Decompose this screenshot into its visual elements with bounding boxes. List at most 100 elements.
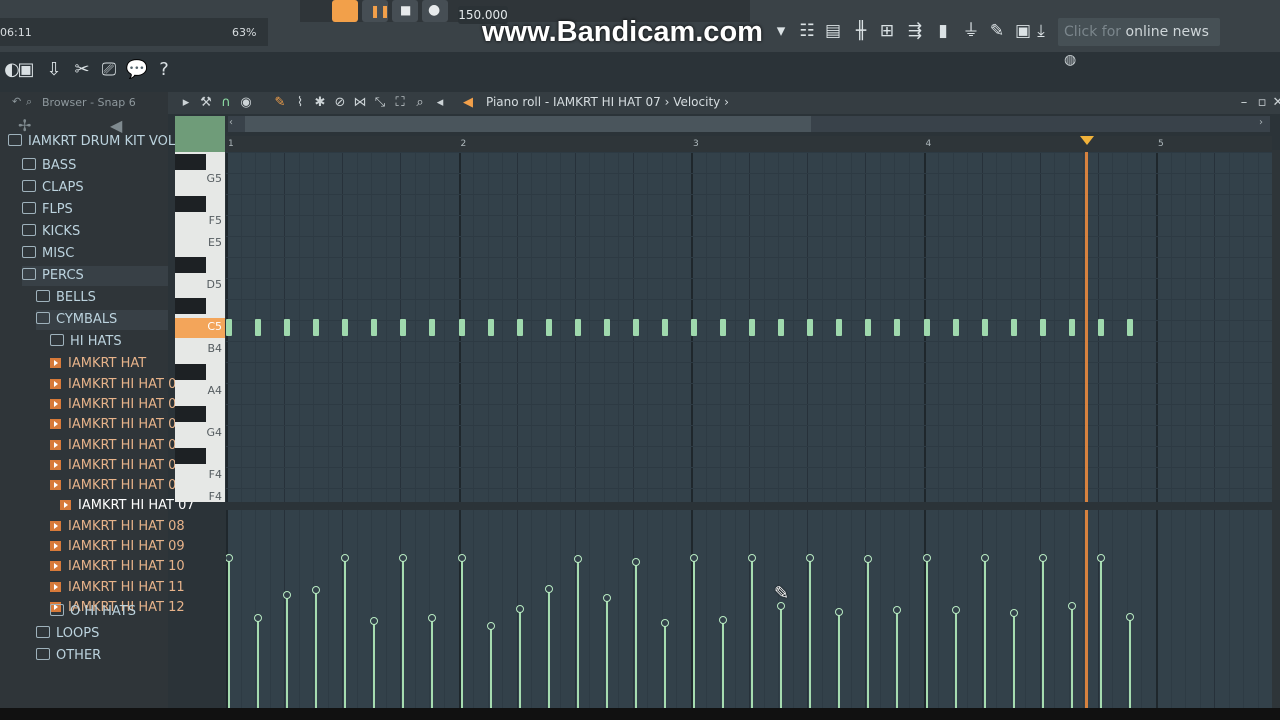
velocity-stem[interactable] — [954, 610, 957, 708]
black-key[interactable] — [175, 257, 206, 273]
velocity-stem[interactable] — [634, 562, 637, 708]
browser-file-item[interactable]: IAMKRT HI HAT 04 — [50, 436, 185, 456]
browser-folder-item[interactable]: MISC — [22, 244, 74, 264]
scroll-left-icon[interactable]: ‹ — [229, 117, 233, 128]
velocity-handle[interactable] — [980, 554, 989, 562]
velocity-stem[interactable] — [780, 606, 783, 708]
black-key[interactable] — [175, 406, 206, 422]
note[interactable] — [807, 319, 814, 336]
velocity-handle[interactable] — [893, 606, 902, 614]
velocity-handle[interactable] — [1067, 602, 1076, 610]
velocity-stem[interactable] — [867, 559, 870, 708]
playback-icon[interactable]: ◂ — [432, 95, 448, 111]
note[interactable] — [894, 319, 901, 336]
velocity-stem[interactable] — [1099, 558, 1102, 708]
browser-file-item[interactable]: IAMKRT HI HAT 02 — [50, 395, 185, 415]
browser-back-icon[interactable]: ↶ — [12, 95, 21, 108]
note[interactable] — [371, 319, 378, 336]
velocity-handle[interactable] — [457, 554, 466, 562]
speaker-icon[interactable]: ◀ — [460, 95, 476, 111]
stepseq-icon[interactable]: ☷ — [796, 16, 818, 46]
browser-folder-item[interactable]: BASS — [22, 156, 76, 176]
velocity-handle[interactable] — [835, 608, 844, 616]
pause-button[interactable]: ❚❚ — [362, 0, 390, 22]
black-key[interactable] — [175, 298, 206, 314]
note[interactable] — [720, 319, 727, 336]
browser-folder-item[interactable]: BELLS — [36, 288, 96, 308]
grid-vertical-scrollbar[interactable] — [1272, 150, 1280, 500]
plugin-icon[interactable]: ⏚ — [960, 16, 982, 46]
note[interactable] — [574, 319, 581, 336]
browser-file-item[interactable]: IAMKRT HI HAT 05 — [50, 456, 185, 476]
velocity-stem[interactable] — [809, 558, 812, 708]
magnet-icon[interactable]: ∩ — [218, 95, 234, 111]
note[interactable] — [778, 319, 785, 336]
velocity-handle[interactable] — [631, 558, 640, 566]
zoom-select-icon[interactable]: ⛶ — [392, 95, 408, 111]
browser-search-icon[interactable]: ⌕ — [26, 95, 32, 109]
slice-icon[interactable]: ⋈ — [352, 95, 368, 111]
browser-file-item[interactable]: IAMKRT HI HAT 11 — [50, 578, 185, 598]
velocity-stem[interactable] — [257, 618, 260, 708]
note[interactable] — [284, 319, 291, 336]
velocity-handle[interactable] — [864, 555, 873, 563]
scrollbar-thumb[interactable] — [245, 116, 811, 132]
pianoroll-target[interactable]: Velocity — [673, 95, 720, 109]
velocity-vertical-scrollbar[interactable] — [1272, 510, 1280, 708]
note[interactable] — [632, 319, 639, 336]
browser-folder-item[interactable]: OTHER — [36, 646, 101, 666]
note[interactable] — [516, 319, 523, 336]
black-key[interactable] — [175, 364, 206, 380]
maximize-icon[interactable]: ▫ — [1254, 95, 1270, 111]
velocity-handle[interactable] — [544, 585, 553, 593]
scroll-right-icon[interactable]: › — [1259, 117, 1263, 128]
export-icon[interactable]: ⇩ — [42, 58, 66, 82]
velocity-handle[interactable] — [341, 554, 350, 562]
note-grid[interactable] — [226, 152, 1272, 502]
velocity-handle[interactable] — [922, 554, 931, 562]
velocity-handle[interactable] — [1038, 554, 1047, 562]
velocity-handle[interactable] — [254, 614, 263, 622]
velocity-handle[interactable] — [283, 591, 292, 599]
note[interactable] — [1068, 319, 1075, 336]
velocity-stem[interactable] — [373, 621, 376, 708]
mute-icon[interactable]: ⊘ — [332, 95, 348, 111]
black-key[interactable] — [175, 196, 206, 212]
browser-file-item[interactable]: IAMKRT HI HAT 03 — [50, 415, 185, 435]
note[interactable] — [429, 319, 436, 336]
velocity-stem[interactable] — [1128, 617, 1131, 708]
note[interactable] — [865, 319, 872, 336]
velocity-lane[interactable] — [226, 510, 1272, 708]
tools-icon[interactable]: ⚒ — [198, 95, 214, 111]
note[interactable] — [400, 319, 407, 336]
velocity-handle[interactable] — [690, 554, 698, 562]
note[interactable] — [1039, 319, 1046, 336]
note[interactable] — [691, 319, 697, 336]
note[interactable] — [836, 319, 843, 336]
note[interactable] — [661, 319, 668, 336]
browser-folder-item[interactable]: IAMKRT DRUM KIT VOL 1 — [8, 132, 188, 152]
pattern-song-toggle[interactable] — [332, 0, 358, 22]
close-icon[interactable]: ✕ — [1270, 95, 1280, 111]
wrench-icon[interactable]: ✎ — [986, 16, 1008, 46]
note[interactable] — [1097, 319, 1104, 336]
velocity-handle[interactable] — [312, 586, 321, 594]
velocity-stem[interactable] — [431, 618, 434, 708]
select-icon[interactable]: ⤡ — [372, 95, 388, 111]
zoom-icon[interactable]: ⌕ — [412, 95, 428, 111]
velocity-stem[interactable] — [344, 558, 347, 708]
velocity-stem[interactable] — [605, 598, 608, 708]
save-icon[interactable]: ▣ — [14, 58, 38, 82]
playhead-marker-icon[interactable] — [1080, 136, 1094, 145]
velocity-handle[interactable] — [951, 606, 960, 614]
note[interactable] — [226, 319, 232, 336]
download-icon[interactable]: ⤓ — [1030, 16, 1052, 46]
mic-icon[interactable]: ⎚ — [97, 58, 121, 82]
note[interactable] — [487, 319, 494, 336]
velocity-stem[interactable] — [1012, 613, 1015, 708]
velocity-stem[interactable] — [402, 558, 405, 708]
note[interactable] — [603, 319, 610, 336]
online-news-button[interactable]: Click for online news ◍ — [1058, 18, 1220, 68]
velocity-handle[interactable] — [515, 605, 524, 613]
note[interactable] — [749, 319, 756, 336]
